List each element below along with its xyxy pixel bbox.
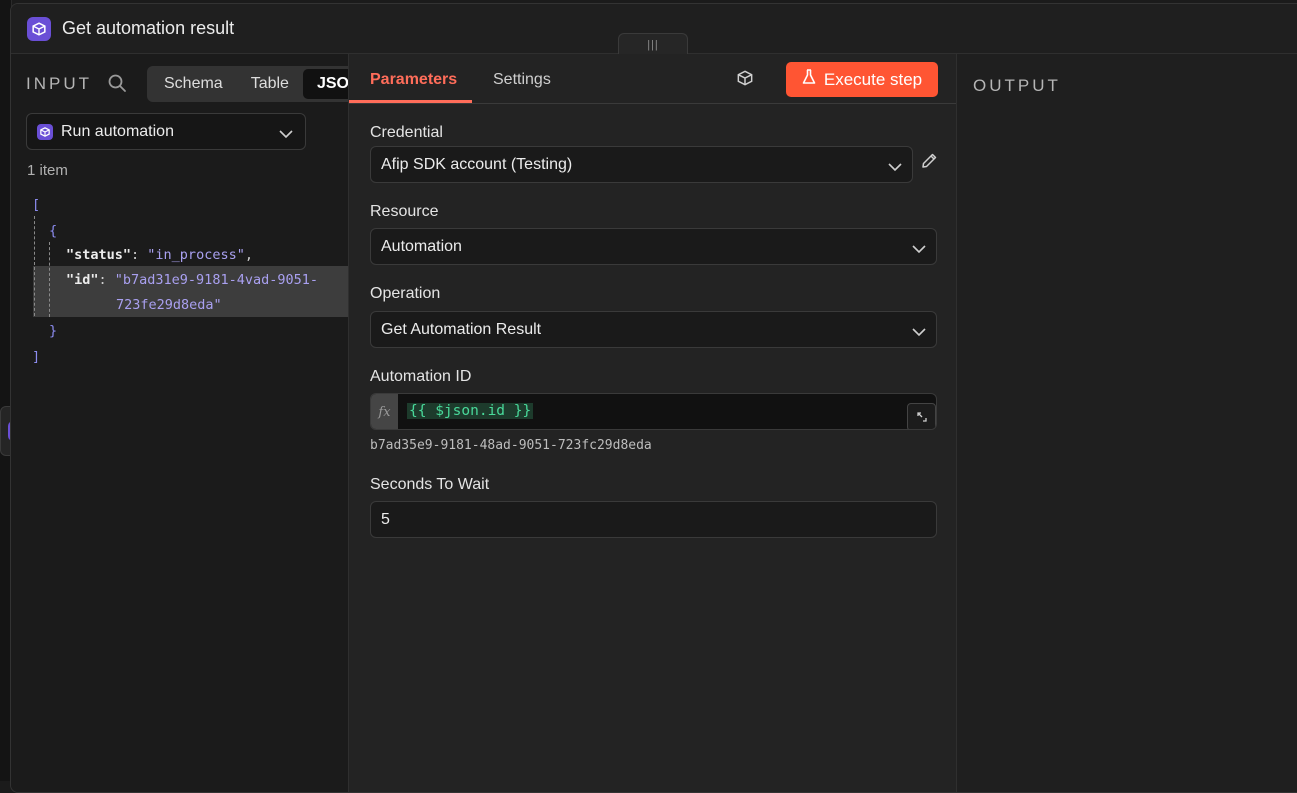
automation-cube-icon bbox=[37, 123, 53, 140]
seconds-to-wait-label: Seconds To Wait bbox=[370, 476, 490, 493]
json-open-bracket: [ bbox=[32, 197, 41, 213]
active-tab-underline bbox=[349, 100, 472, 103]
chevron-down-icon bbox=[888, 159, 902, 177]
credential-select[interactable]: Afip SDK account (Testing) bbox=[370, 146, 913, 183]
output-label: OUTPUT bbox=[973, 76, 1061, 95]
parameters-panel: Parameters Settings Execute step Credent… bbox=[348, 54, 957, 792]
input-node-select-label: Run automation bbox=[61, 122, 174, 140]
execute-step-label: Execute step bbox=[823, 69, 923, 89]
json-value-id[interactable]: "b7ad31e9-9181-4vad-9051- bbox=[115, 272, 318, 288]
panel-drag-handle[interactable]: ||| bbox=[618, 33, 688, 55]
automation-id-expression-input[interactable]: fx {{ $json.id }} bbox=[370, 393, 937, 430]
resource-label: Resource bbox=[370, 203, 439, 220]
json-key-status: "status" bbox=[66, 247, 132, 263]
execute-step-button[interactable]: Execute step bbox=[786, 62, 938, 97]
operation-value: Get Automation Result bbox=[381, 320, 542, 338]
chevron-down-icon bbox=[912, 324, 926, 342]
resource-select[interactable]: Automation bbox=[370, 228, 937, 265]
view-table-tab[interactable]: Table bbox=[237, 69, 303, 99]
expand-icon bbox=[916, 412, 927, 422]
json-guide bbox=[49, 242, 50, 317]
seconds-to-wait-input[interactable]: 5 bbox=[370, 501, 937, 538]
json-value-status[interactable]: "in_process" bbox=[147, 247, 245, 263]
edit-pencil-icon[interactable] bbox=[920, 152, 938, 175]
view-mode-toggle: Schema Table JSON bbox=[147, 66, 357, 102]
operation-select[interactable]: Get Automation Result bbox=[370, 311, 937, 348]
operation-label: Operation bbox=[370, 285, 441, 302]
credential-label: Credential bbox=[370, 124, 443, 141]
input-node-select[interactable]: Run automation bbox=[26, 113, 306, 150]
input-panel: INPUT Schema Table JSON Run automation 1… bbox=[11, 54, 357, 792]
flask-icon bbox=[802, 69, 816, 90]
search-icon[interactable] bbox=[107, 73, 127, 98]
view-schema-tab[interactable]: Schema bbox=[150, 69, 237, 99]
fx-icon: fx bbox=[371, 394, 398, 429]
expand-editor-button[interactable] bbox=[907, 403, 936, 429]
json-close-bracket: ] bbox=[32, 349, 41, 365]
params-tabs: Parameters Settings Execute step bbox=[349, 54, 956, 104]
json-close-brace: } bbox=[49, 323, 58, 339]
tab-parameters[interactable]: Parameters bbox=[370, 71, 457, 89]
json-value-id-cont[interactable]: 723fe29d8eda" bbox=[116, 297, 222, 313]
tab-settings[interactable]: Settings bbox=[493, 71, 551, 89]
cube-icon[interactable] bbox=[737, 70, 753, 91]
resource-value: Automation bbox=[381, 237, 462, 255]
node-details-modal: Get automation result ||| INPUT Schema T… bbox=[10, 3, 1297, 793]
credential-value: Afip SDK account (Testing) bbox=[381, 155, 573, 173]
json-key-id: "id" bbox=[66, 272, 99, 288]
json-open-brace: { bbox=[49, 223, 58, 239]
output-panel: OUTPUT bbox=[957, 54, 1297, 792]
json-guide bbox=[34, 216, 35, 316]
input-label: INPUT bbox=[26, 74, 92, 93]
modal-title[interactable]: Get automation result bbox=[62, 18, 234, 39]
expression-result: b7ad35e9-9181-48ad-9051-723fc29d8eda bbox=[370, 438, 652, 453]
seconds-to-wait-value: 5 bbox=[381, 510, 390, 528]
automation-id-label: Automation ID bbox=[370, 368, 472, 385]
item-count: 1 item bbox=[27, 162, 68, 179]
automation-cube-icon bbox=[27, 16, 51, 41]
chevron-down-icon bbox=[279, 126, 293, 144]
chevron-down-icon bbox=[912, 241, 926, 259]
expression-text[interactable]: {{ $json.id }} bbox=[407, 403, 534, 419]
